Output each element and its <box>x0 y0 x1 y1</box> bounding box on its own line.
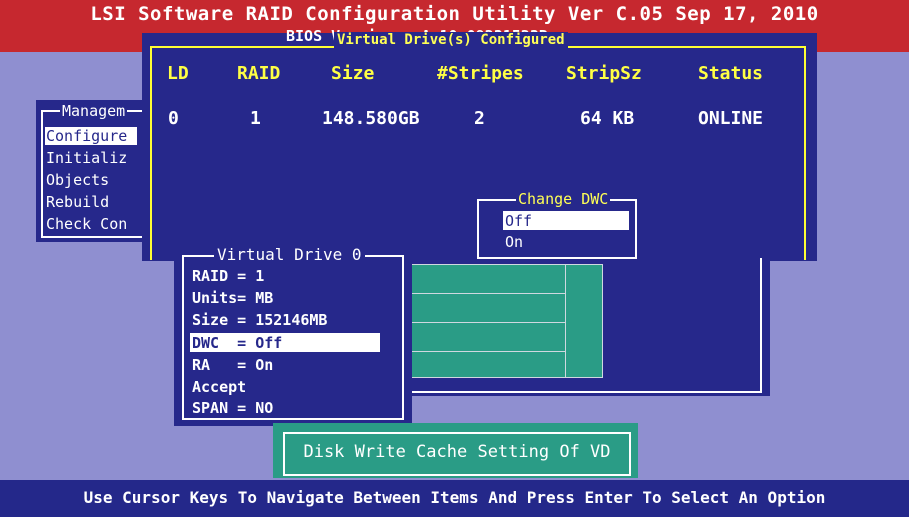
menu-item-objects[interactable]: Objects <box>46 171 109 189</box>
change-dwc-title: Change DWC <box>516 190 611 208</box>
vd0-item-dwc[interactable]: DWC = Off <box>192 334 282 352</box>
menu-item-configure[interactable]: Configure <box>46 127 127 145</box>
cell-stripes[interactable]: 2 <box>474 108 485 129</box>
drive-block <box>406 264 566 294</box>
vd0-item-ra[interactable]: RA = On <box>192 356 273 374</box>
column-header-ld: LD <box>167 63 189 84</box>
cell-raid[interactable]: 1 <box>250 108 261 129</box>
menu-item-rebuild[interactable]: Rebuild <box>46 193 109 211</box>
cell-status[interactable]: ONLINE <box>698 108 763 129</box>
cell-size[interactable]: 148.580GB <box>322 108 420 129</box>
drive-block <box>406 293 566 323</box>
menu-item-initialize[interactable]: Initializ <box>46 149 127 167</box>
column-header-size: Size <box>331 63 375 84</box>
vd0-item-units[interactable]: Units= MB <box>192 289 273 307</box>
virtual-drive-0-title: Virtual Drive 0 <box>214 245 365 264</box>
column-header-stripes: #Stripes <box>437 63 524 84</box>
management-menu-title: Managem <box>60 102 128 120</box>
virtual-drives-title: Virtual Drive(s) Configured <box>334 32 568 48</box>
column-header-status: Status <box>698 63 764 84</box>
status-line: Use Cursor Keys To Navigate Between Item… <box>83 488 826 507</box>
cell-stripsz[interactable]: 64 KB <box>580 108 634 129</box>
app-title: LSI Software RAID Configuration Utility … <box>90 3 819 25</box>
vd0-item-span[interactable]: SPAN = NO <box>192 399 273 417</box>
dwc-option-off[interactable]: Off <box>505 212 532 230</box>
drive-block <box>406 322 566 352</box>
cell-ld[interactable]: 0 <box>168 108 179 129</box>
menu-item-check-consistency[interactable]: Check Con <box>46 215 127 233</box>
column-header-stripsz: StripSz <box>566 63 642 84</box>
drive-block <box>565 264 603 378</box>
vd0-item-raid[interactable]: RAID = 1 <box>192 267 264 285</box>
hint-text: Disk Write Cache Setting Of VD <box>303 442 611 462</box>
column-header-raid: RAID <box>237 63 281 84</box>
drive-block <box>406 351 566 378</box>
vd0-item-accept[interactable]: Accept <box>192 378 246 396</box>
dwc-option-on[interactable]: On <box>505 233 523 251</box>
vd0-item-size[interactable]: Size = 152146MB <box>192 311 327 329</box>
